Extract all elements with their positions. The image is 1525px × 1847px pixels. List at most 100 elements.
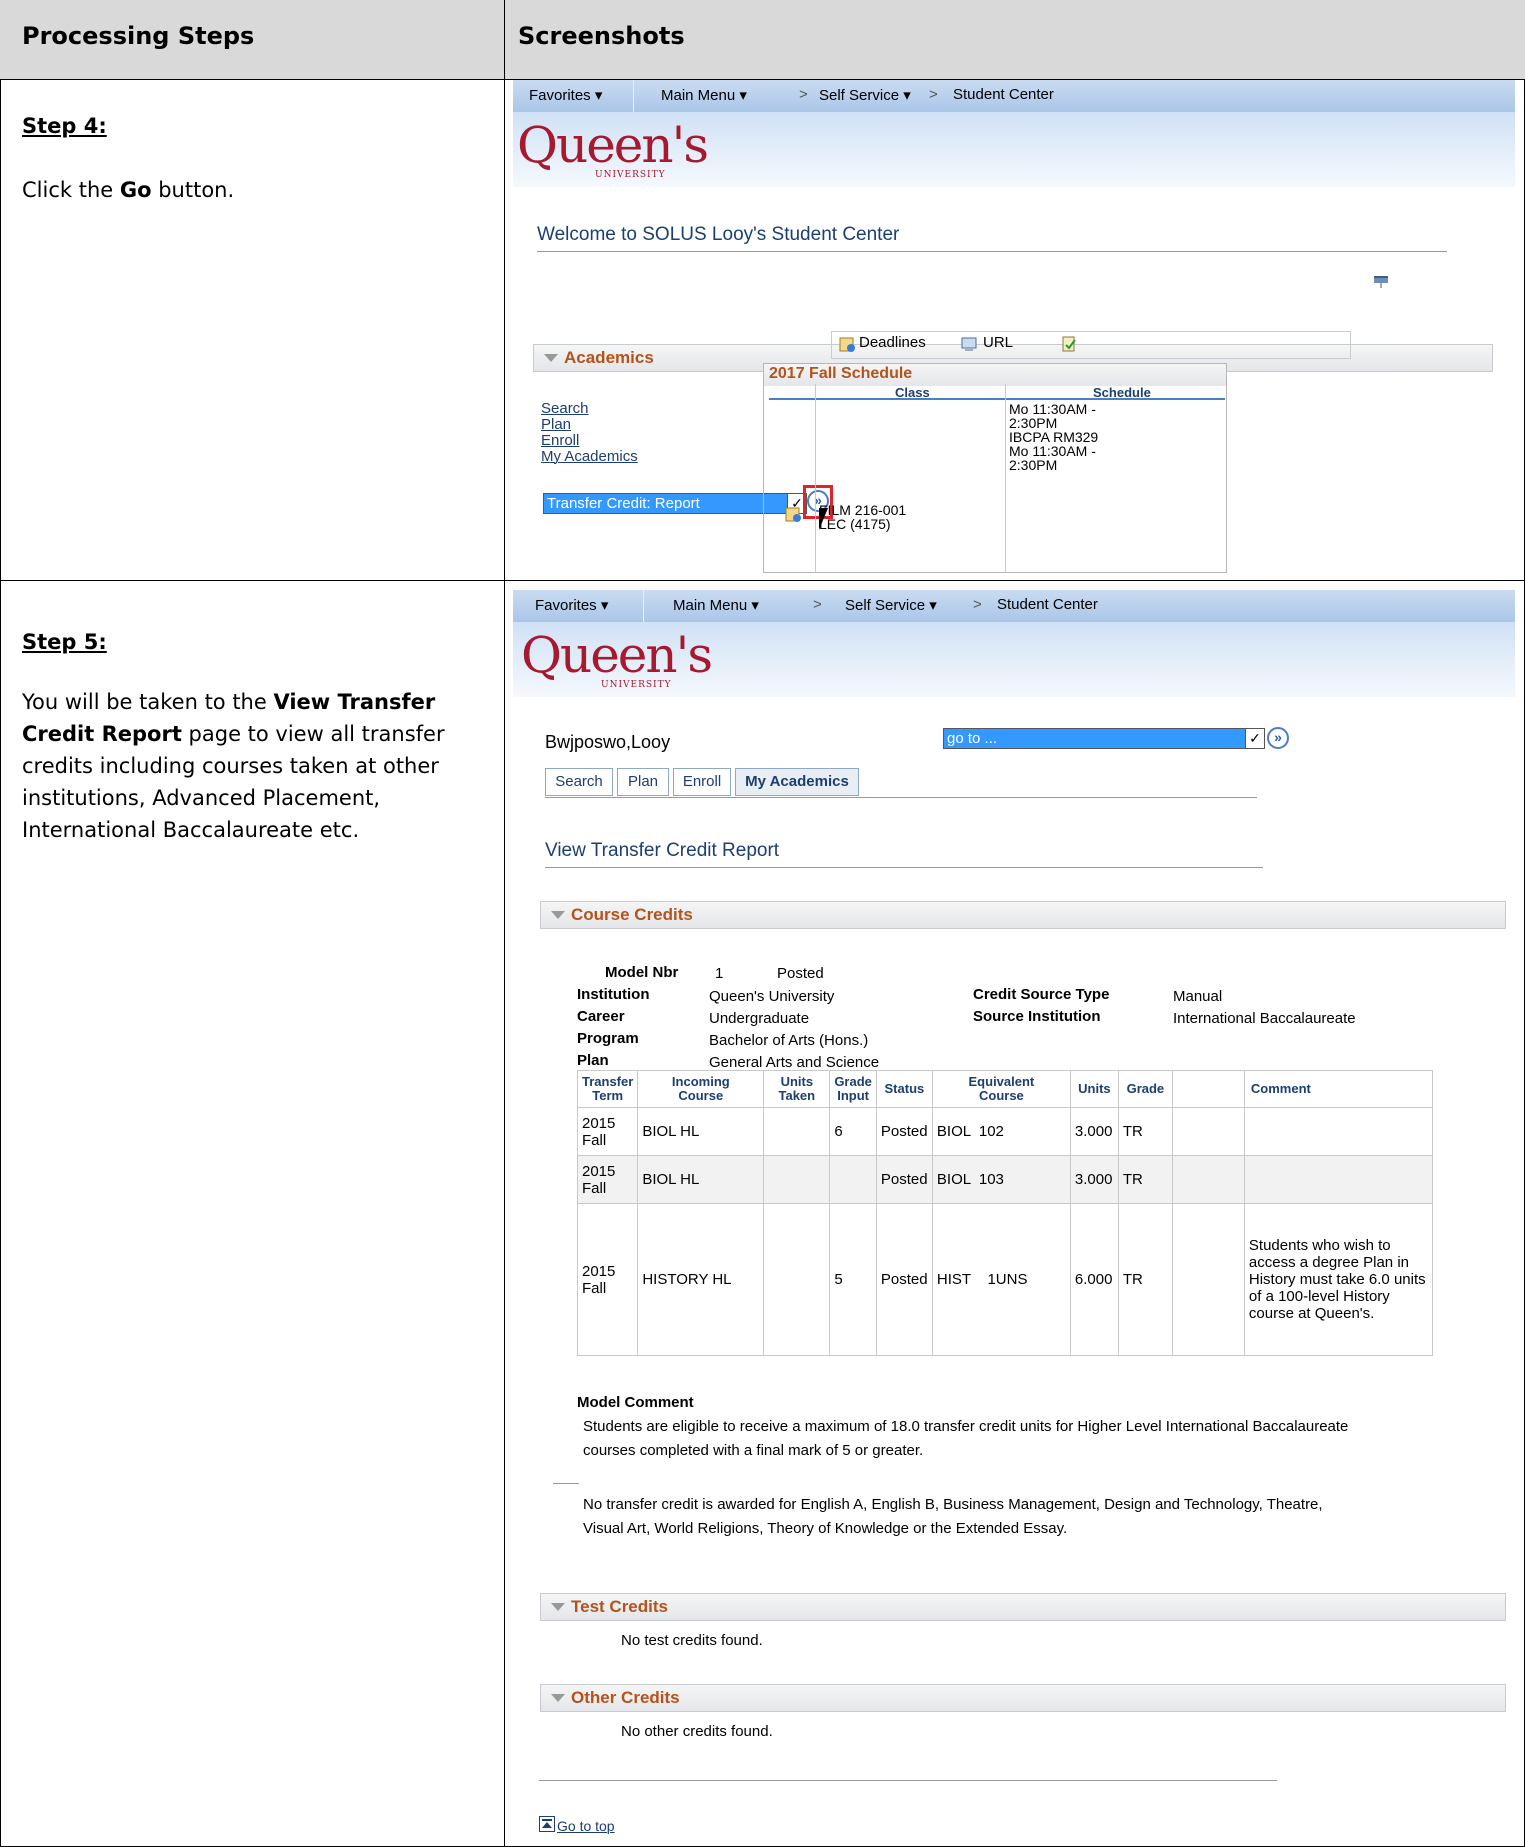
col-grade-input: Grade Input [829,1069,877,1109]
chevron-down-icon: ✓ [1245,729,1264,748]
nav-main-menu[interactable]: Main Menu ▾ [673,596,759,614]
step5-title: Step 5: [22,630,107,654]
model-comment-line1: Students are eligible to receive a maxim… [583,1418,1349,1435]
class-info-icon[interactable] [785,506,801,522]
tab-plan[interactable]: Plan [617,768,669,796]
link-search[interactable]: Search [541,400,589,417]
cell-status: Posted [875,1107,933,1157]
transfer-credit-table: Transfer Term Incoming Course Units Taken G… [576,1069,1434,1356]
banner: Queen's UNIVERSITY [513,622,1515,697]
nav-favorites[interactable]: Favorites ▾ [529,86,602,104]
cell-units-taken [763,1203,831,1356]
fall-schedule-panel [763,363,1227,573]
col-blank [1171,1069,1245,1109]
step4-title: Step 4: [22,114,107,138]
checklist-icon[interactable] [1061,336,1077,352]
tab-my-academics[interactable]: My Academics [735,768,859,796]
tab-search[interactable]: Search [545,768,613,796]
cell-blank [1171,1155,1245,1205]
other-credits-header[interactable]: Other Credits [540,1684,1506,1712]
academics-tabs: Search Plan Enroll My Academics [545,768,1245,796]
cell-equiv: BIOL 102 [931,1107,1071,1157]
col-units-taken: Units Taken [763,1069,831,1109]
credit-source-label: Credit Source Type [973,986,1110,1003]
queens-logo: Queen's [521,626,713,684]
note-rule [553,1483,579,1484]
cell-term: 2015 Fall [576,1155,639,1205]
nav-separator: > [799,86,808,103]
career-label: Career [577,1008,625,1025]
go-to-top-icon[interactable] [539,1816,555,1832]
page-title: View Transfer Credit Report [545,840,780,861]
link-enroll[interactable]: Enroll [541,432,579,449]
test-credits-header[interactable]: Test Credits [540,1593,1506,1621]
student-name: Bwjposwo,Looy [545,732,671,752]
cell-comment: Students who wish to access a degree Pla… [1243,1203,1434,1356]
go-button[interactable]: » [1267,727,1289,749]
cell-course: HISTORY HL [637,1203,765,1356]
nav-student-center[interactable]: Student Center [997,596,1098,613]
cell-units: 3.000 [1069,1107,1119,1157]
other-credits-empty: No other credits found. [621,1723,773,1740]
customize-icon[interactable] [1373,274,1389,290]
nav-bar: Favorites ▾ Main Menu ▾ > Self Service ▾… [513,80,1515,112]
cell-grade-input: 5 [829,1203,877,1356]
url-icon[interactable] [961,336,977,352]
schedule-details: Mo 11:30AM -2:30PM IBCPA RM329 Mo 11:30AM … [1009,401,1099,473]
course-credits-header[interactable]: Course Credits [540,901,1506,929]
title-rule [545,867,1263,868]
model-comment-line2: courses completed with a final mark of 5… [583,1442,924,1459]
url-link[interactable]: URL [983,334,1013,351]
cell-course: BIOL HL [637,1155,765,1205]
link-my-academics[interactable]: My Academics [541,448,638,465]
step5-text: You will be taken to the View Transfer C… [22,690,445,842]
program-value: Bachelor of Arts (Hons.) [709,1032,869,1049]
header-screenshots: Screenshots [518,22,685,50]
cell-comment [1243,1107,1434,1157]
academics-label: Academics [564,348,654,367]
cell-blank [1171,1107,1245,1157]
step4-text: Click the Go button. [22,178,235,202]
go-to-top-link[interactable]: Go to top [557,1818,615,1834]
plan-label: Plan [577,1052,609,1069]
test-credits-empty: No test credits found. [621,1632,763,1649]
model-nbr-value: 1 [715,965,724,982]
cell-units-taken [763,1107,831,1157]
nav-main-menu[interactable]: Main Menu ▾ [661,86,747,104]
plan-value: General Arts and Science [709,1054,880,1071]
nav-self-service[interactable]: Self Service ▾ [845,596,937,614]
cell-grade: TR [1117,1107,1173,1157]
schedule-title: 2017 Fall Schedule [769,365,913,382]
cell-grade-input: 6 [829,1107,877,1157]
deadlines-link[interactable]: Deadlines [859,334,926,351]
nav-student-center[interactable]: Student Center [953,86,1054,103]
dropdown-value: Transfer Credit: Report [547,495,700,512]
link-plan[interactable]: Plan [541,416,571,433]
cell-status: Posted [875,1203,933,1356]
cell-blank [1171,1203,1245,1356]
collapse-icon [551,1603,565,1611]
goto-dropdown[interactable]: go to ... ✓ [943,728,1265,749]
col-grade: Grade [1117,1069,1173,1109]
col-status: Status [875,1069,933,1109]
model-nbr-label: Model Nbr [605,964,679,981]
note-line2: Visual Art, World Religions, Theory of K… [583,1520,1068,1537]
nav-self-service[interactable]: Self Service ▾ [819,86,911,104]
table-row: 2015 Fall BIOL HL Posted BIOL 103 3.000 … [576,1155,1434,1205]
test-credits-label: Test Credits [571,1597,668,1616]
class-section: LEC (4175) [819,516,891,532]
source-inst-label: Source Institution [973,1008,1101,1025]
cell-status: Posted [875,1155,933,1205]
column-divider [504,0,505,1847]
tab-enroll[interactable]: Enroll [673,768,731,796]
logo-subtitle: UNIVERSITY [595,170,666,180]
table-row: 2015 Fall HISTORY HL 5 Posted HIST 1UNS … [576,1203,1434,1356]
credit-source-value: Manual [1173,988,1223,1005]
source-inst-value: International Baccalaureate [1173,1010,1356,1027]
nav-favorites[interactable]: Favorites ▾ [535,596,608,614]
goto-value: go to ... [947,730,998,747]
document: Processing Steps Screenshots Step 4: Cli… [0,0,1525,1847]
col-incoming-course: Incoming Course [637,1069,765,1109]
calendar-icon[interactable] [839,336,855,352]
program-label: Program [577,1030,639,1047]
